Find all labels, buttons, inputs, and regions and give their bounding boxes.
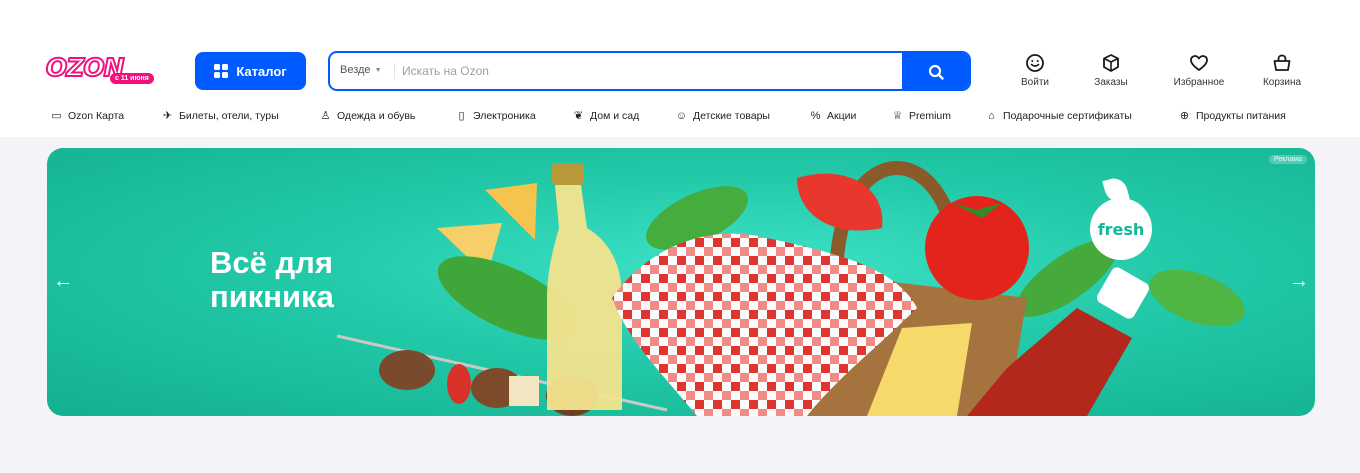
login-button[interactable]: Войти	[1010, 53, 1060, 88]
search-button[interactable]	[902, 53, 969, 89]
catalog-button-label: Каталог	[236, 63, 287, 79]
nav-item-electronics[interactable]: ▯ Электроника	[455, 110, 536, 122]
search-scope-dropdown[interactable]: Везде ▼	[340, 64, 382, 76]
nav-item-promotions[interactable]: % Акции	[809, 110, 857, 122]
nav-item-home-garden[interactable]: ❦ Дом и сад	[572, 110, 639, 122]
heart-icon	[1190, 55, 1208, 71]
box-icon	[1103, 54, 1119, 72]
basket-icon	[1273, 54, 1291, 71]
favorites-label: Избранное	[1173, 77, 1225, 88]
category-nav: ▭ Ozon Карта ✈ Билеты, отели, туры ♙ Одежда…	[50, 110, 1310, 126]
nav-item-food[interactable]: ⊕ Продукты питания	[1178, 110, 1286, 122]
percent-icon: %	[810, 110, 821, 122]
ozon-logo[interactable]: OZON с 11 июня	[45, 52, 158, 89]
food-icon: ⊕	[1179, 110, 1190, 122]
header: OZON с 11 июня Каталог Везде ▼ Войти Зак…	[0, 0, 1360, 137]
baby-icon: ☺	[675, 110, 688, 122]
banner-title: Всё для пикника	[210, 246, 334, 314]
nav-item-label: Дом и сад	[590, 110, 640, 122]
nav-item-label: Билеты, отели, туры	[179, 110, 279, 122]
cart-label: Корзина	[1262, 77, 1302, 88]
nav-item-kids[interactable]: ☺ Детские товары	[675, 110, 770, 122]
crown-icon: ♕	[892, 110, 903, 122]
smile-icon	[1026, 54, 1044, 72]
plane-icon: ✈	[162, 110, 173, 122]
ad-label: Реклама	[1268, 155, 1307, 164]
cart-button[interactable]: Корзина	[1252, 53, 1312, 88]
orders-label: Заказы	[1094, 77, 1128, 88]
nav-item-premium[interactable]: ♕ Premium	[891, 110, 951, 122]
nav-item-gift-cards[interactable]: ⌂ Подарочные сертификаты	[985, 110, 1132, 122]
phone-icon: ▯	[458, 110, 465, 122]
search-scope-label: Везде	[340, 64, 371, 76]
promo-banner[interactable]: Всё для пикника fresh Реклама ← →	[47, 148, 1315, 416]
fresh-brand-badge: fresh	[1090, 198, 1152, 260]
nav-item-label: Акции	[827, 110, 857, 122]
nav-item-label: Premium	[909, 110, 952, 122]
nav-item-ozon-card[interactable]: ▭ Ozon Карта	[50, 110, 124, 122]
nav-item-label: Одежда и обувь	[337, 110, 416, 122]
gift-icon: ⌂	[988, 110, 995, 122]
clothes-icon: ♙	[320, 110, 331, 122]
arrow-left-icon[interactable]: ←	[53, 270, 73, 293]
orders-button[interactable]: Заказы	[1086, 53, 1136, 88]
plant-icon: ❦	[573, 110, 584, 122]
nav-item-label: Подарочные сертификаты	[1003, 110, 1132, 122]
nav-item-tickets[interactable]: ✈ Билеты, отели, туры	[161, 110, 279, 122]
catalog-button[interactable]: Каталог	[195, 52, 306, 90]
nav-item-label: Электроника	[473, 110, 536, 122]
nav-item-label: Детские товары	[693, 110, 770, 122]
nav-item-clothes[interactable]: ♙ Одежда и обувь	[319, 110, 416, 122]
search-icon	[928, 64, 944, 80]
search-bar: Везде ▼	[328, 51, 971, 91]
nav-item-label: Продукты питания	[1196, 110, 1286, 122]
banner-title-line2: пикника	[210, 279, 334, 314]
search-input[interactable]	[402, 59, 902, 83]
login-label: Войти	[1021, 77, 1049, 88]
nav-item-label: Ozon Карта	[68, 110, 125, 122]
banner-title-line1: Всё для	[210, 245, 333, 280]
logo-badge: с 11 июня	[110, 73, 154, 84]
search-divider	[394, 63, 395, 79]
arrow-right-icon[interactable]: →	[1289, 270, 1309, 293]
card-icon: ▭	[51, 110, 62, 122]
chevron-down-icon: ▼	[374, 66, 382, 74]
favorites-button[interactable]: Избранное	[1162, 53, 1236, 88]
grid-icon	[214, 64, 229, 78]
